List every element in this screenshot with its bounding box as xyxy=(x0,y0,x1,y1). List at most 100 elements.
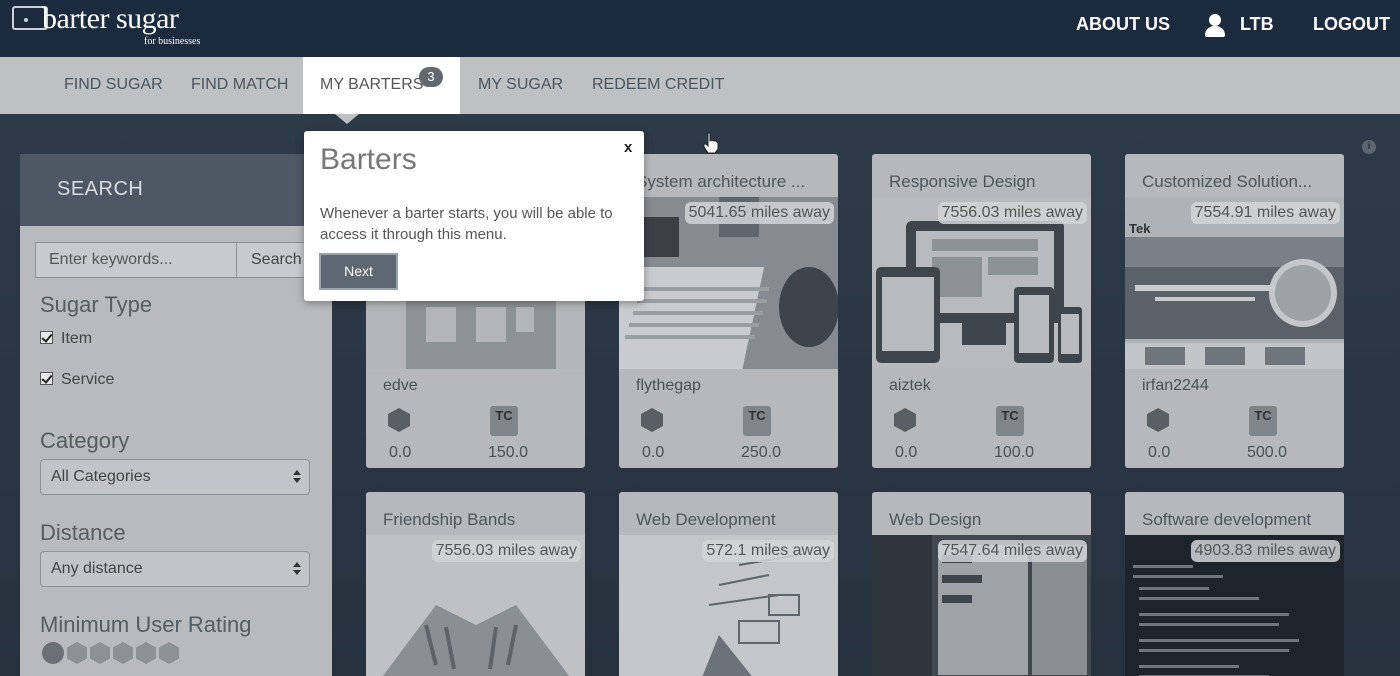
main-nav: FIND SUGAR FIND MATCH MY SUGAR REDEEM CR… xyxy=(0,57,1400,114)
brand-name: barter sugar xyxy=(42,2,179,35)
user-rating-selector[interactable] xyxy=(42,642,182,668)
distance-label: 7556.03 miles away xyxy=(431,540,581,562)
card-title: Web Design xyxy=(889,510,982,529)
logout-link[interactable]: LOGOUT xyxy=(1313,14,1390,35)
distance-title: Distance xyxy=(40,520,126,545)
tc-credit-value: 100.0 xyxy=(994,444,1035,461)
card-image: 7547.64 miles away xyxy=(872,535,1091,676)
tc-credit-icon: TC xyxy=(996,406,1024,436)
distance-label: 572.1 miles away xyxy=(702,540,834,562)
tc-credit-icon: TC xyxy=(1249,406,1277,436)
select-arrows-icon xyxy=(293,468,301,486)
tc-credit-value: 500.0 xyxy=(1247,444,1288,461)
nav-my-barters[interactable]: MY BARTERS 3 xyxy=(303,57,460,114)
brand-logo[interactable]: barter sugar for businesses xyxy=(8,2,218,50)
service-checkbox[interactable] xyxy=(40,372,53,385)
nav-my-sugar[interactable]: MY SUGAR xyxy=(478,76,563,94)
card-username[interactable]: edve xyxy=(383,377,418,395)
distance-label: 7547.64 miles away xyxy=(937,540,1087,562)
card-username[interactable]: flythegap xyxy=(636,377,701,395)
item-credit-icon xyxy=(388,408,410,432)
card-image: 7556.03 miles away xyxy=(366,535,585,676)
about-us-link[interactable]: ABOUT US xyxy=(1076,14,1170,35)
card-title: Web Development xyxy=(636,510,776,529)
sugar-type-item[interactable]: Item xyxy=(40,330,92,348)
info-icon[interactable]: i xyxy=(1362,140,1376,154)
popup-title: Barters xyxy=(320,143,417,176)
distance-label: 4903.83 miles away xyxy=(1190,540,1340,562)
item-credit-icon xyxy=(894,408,916,432)
card-image: 7556.03 miles away xyxy=(872,197,1091,369)
card-title: System architecture ... xyxy=(636,172,806,191)
sugar-card[interactable]: Software development 4903.83 miles away xyxy=(1125,492,1344,676)
category-value: All Categories xyxy=(51,468,151,485)
rating-title: Minimum User Rating xyxy=(40,612,252,637)
item-label: Item xyxy=(61,330,93,347)
service-label: Service xyxy=(61,371,115,388)
search-input[interactable]: Enter keywords... xyxy=(35,242,237,278)
nav-my-barters-label: MY BARTERS xyxy=(320,76,424,93)
rating-clear-icon[interactable] xyxy=(42,642,64,664)
tc-credit-icon: TC xyxy=(743,406,771,436)
category-select[interactable]: All Categories xyxy=(40,459,310,495)
distance-select[interactable]: Any distance xyxy=(40,551,310,587)
card-title: Friendship Bands xyxy=(383,510,516,529)
card-title: Customized Solution... xyxy=(1142,172,1313,191)
sugar-type-title: Sugar Type xyxy=(40,292,153,317)
search-sidebar-header: SEARCH xyxy=(20,154,332,226)
card-username[interactable]: aiztek xyxy=(889,377,931,395)
item-credit-icon xyxy=(641,408,663,432)
item-credit-value: 0.0 xyxy=(1148,444,1171,461)
user-icon[interactable] xyxy=(1204,12,1226,38)
distance-label: 7554.91 miles away xyxy=(1190,202,1340,224)
nav-redeem-credit[interactable]: REDEEM CREDIT xyxy=(592,76,724,94)
sugar-type-service[interactable]: Service xyxy=(40,371,114,389)
sugar-card[interactable]: Customized Solution... Tek 7554.91 miles… xyxy=(1125,154,1344,468)
item-credit-icon xyxy=(1147,408,1169,432)
sugar-card[interactable]: Web Design 7547.64 miles away xyxy=(872,492,1091,676)
rating-cube-icon[interactable] xyxy=(113,642,133,664)
distance-label: 5041.65 miles away xyxy=(684,202,834,224)
sugar-card[interactable]: Friendship Bands 7556.03 miles away xyxy=(366,492,585,676)
close-button[interactable]: x xyxy=(624,139,632,156)
rating-cube-icon[interactable] xyxy=(159,642,179,664)
card-username[interactable]: irfan2244 xyxy=(1142,377,1209,395)
next-button[interactable]: Next xyxy=(319,253,398,290)
distance-label: 7556.03 miles away xyxy=(937,202,1087,224)
search-sidebar-title: SEARCH xyxy=(57,178,144,200)
search-button[interactable]: Search xyxy=(236,242,306,278)
tc-credit-value: 150.0 xyxy=(488,444,529,461)
sugar-card[interactable]: System architecture ... 5041.65 miles aw… xyxy=(619,154,838,468)
card-image: Tek 7554.91 miles away xyxy=(1125,197,1344,369)
sugar-card[interactable]: Responsive Design 7556.03 miles away aiz… xyxy=(872,154,1091,468)
card-image: 4903.83 miles away xyxy=(1125,535,1344,676)
card-image: 572.1 miles away xyxy=(619,535,838,676)
card-title: Software development xyxy=(1142,510,1312,529)
popup-message: Whenever a barter starts, you will be ab… xyxy=(320,205,613,243)
top-bar: barter sugar for businesses ABOUT US LTB… xyxy=(0,0,1400,57)
card-title: Responsive Design xyxy=(889,172,1036,191)
brand-tagline: for businesses xyxy=(144,36,201,47)
item-credit-value: 0.0 xyxy=(389,444,412,461)
item-credit-value: 0.0 xyxy=(895,444,918,461)
select-arrows-icon xyxy=(293,560,301,578)
user-menu-link[interactable]: LTB xyxy=(1240,14,1274,35)
svg-text:Tek: Tek xyxy=(1129,221,1151,236)
search-sidebar: SEARCH Enter keywords... Search Sugar Ty… xyxy=(20,154,332,676)
nav-caret-icon xyxy=(335,114,359,124)
rating-cube-icon[interactable] xyxy=(136,642,156,664)
item-credit-value: 0.0 xyxy=(642,444,665,461)
nav-find-sugar[interactable]: FIND SUGAR xyxy=(64,76,163,94)
item-checkbox[interactable] xyxy=(40,331,53,344)
card-image: 5041.65 miles away xyxy=(619,197,838,369)
category-title: Category xyxy=(40,428,130,453)
rating-cube-icon[interactable] xyxy=(67,642,87,664)
tc-credit-icon: TC xyxy=(490,406,518,436)
barters-count-badge: 3 xyxy=(419,67,443,87)
hand-pointer-icon xyxy=(703,132,719,154)
distance-value: Any distance xyxy=(51,560,143,577)
sugar-card[interactable]: Web Development 572.1 miles away xyxy=(619,492,838,676)
tc-credit-value: 250.0 xyxy=(741,444,782,461)
rating-cube-icon[interactable] xyxy=(90,642,110,664)
nav-find-match[interactable]: FIND MATCH xyxy=(191,76,288,94)
